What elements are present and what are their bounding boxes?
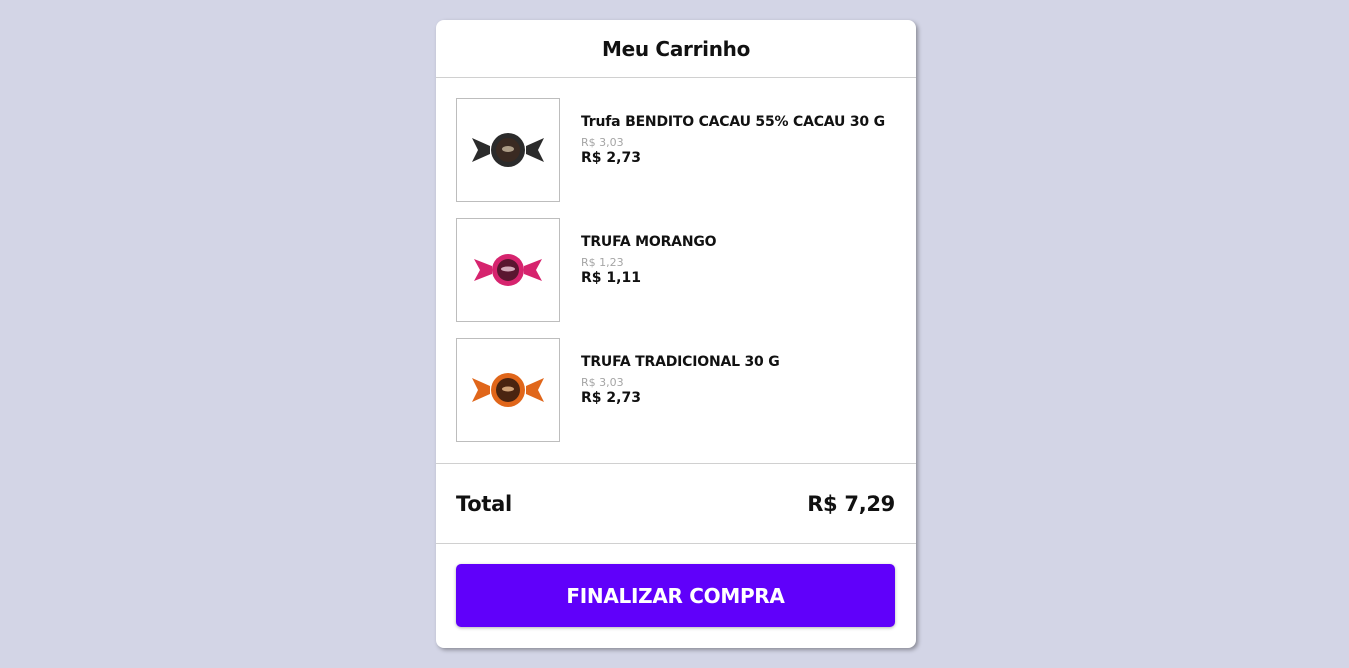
product-image xyxy=(456,98,560,202)
truffle-icon xyxy=(472,373,544,407)
product-image xyxy=(456,338,560,442)
cart-item: TRUFA TRADICIONAL 30 G R$ 3,03 R$ 2,73 xyxy=(456,338,896,442)
product-image xyxy=(456,218,560,322)
checkout-button[interactable]: FINALIZAR COMPRA xyxy=(456,564,895,627)
item-price: R$ 1,11 xyxy=(581,270,641,286)
item-old-price: R$ 3,03 xyxy=(581,136,624,149)
cart-title: Meu Carrinho xyxy=(601,36,751,61)
cart-total: Total R$ 7,29 xyxy=(436,464,916,544)
item-info: TRUFA MORANGO R$ 1,23 R$ 1,11 xyxy=(581,218,717,322)
item-info: Trufa BENDITO CACAU 55% CACAU 30 G R$ 3,… xyxy=(581,98,885,202)
truffle-icon xyxy=(472,133,544,167)
item-price: R$ 2,73 xyxy=(581,150,641,166)
total-value: R$ 7,29 xyxy=(807,491,895,516)
cart-header: Meu Carrinho xyxy=(436,20,916,78)
item-price: R$ 2,73 xyxy=(581,390,641,406)
cart-item: TRUFA MORANGO R$ 1,23 R$ 1,11 xyxy=(456,218,896,322)
cart-item: Trufa BENDITO CACAU 55% CACAU 30 G R$ 3,… xyxy=(456,98,896,202)
item-name: TRUFA MORANGO xyxy=(581,234,717,250)
item-info: TRUFA TRADICIONAL 30 G R$ 3,03 R$ 2,73 xyxy=(581,338,780,442)
item-old-price: R$ 1,23 xyxy=(581,256,624,269)
cart-footer: FINALIZAR COMPRA xyxy=(436,544,916,647)
item-old-price: R$ 3,03 xyxy=(581,376,624,389)
cart-card: Meu Carrinho Trufa BENDITO CACAU 55% CAC… xyxy=(436,20,916,648)
cart-items-list: Trufa BENDITO CACAU 55% CACAU 30 G R$ 3,… xyxy=(436,78,916,464)
item-name: Trufa BENDITO CACAU 55% CACAU 30 G xyxy=(581,114,885,130)
item-name: TRUFA TRADICIONAL 30 G xyxy=(581,354,780,370)
truffle-icon xyxy=(474,254,542,286)
total-label: Total xyxy=(456,491,512,516)
